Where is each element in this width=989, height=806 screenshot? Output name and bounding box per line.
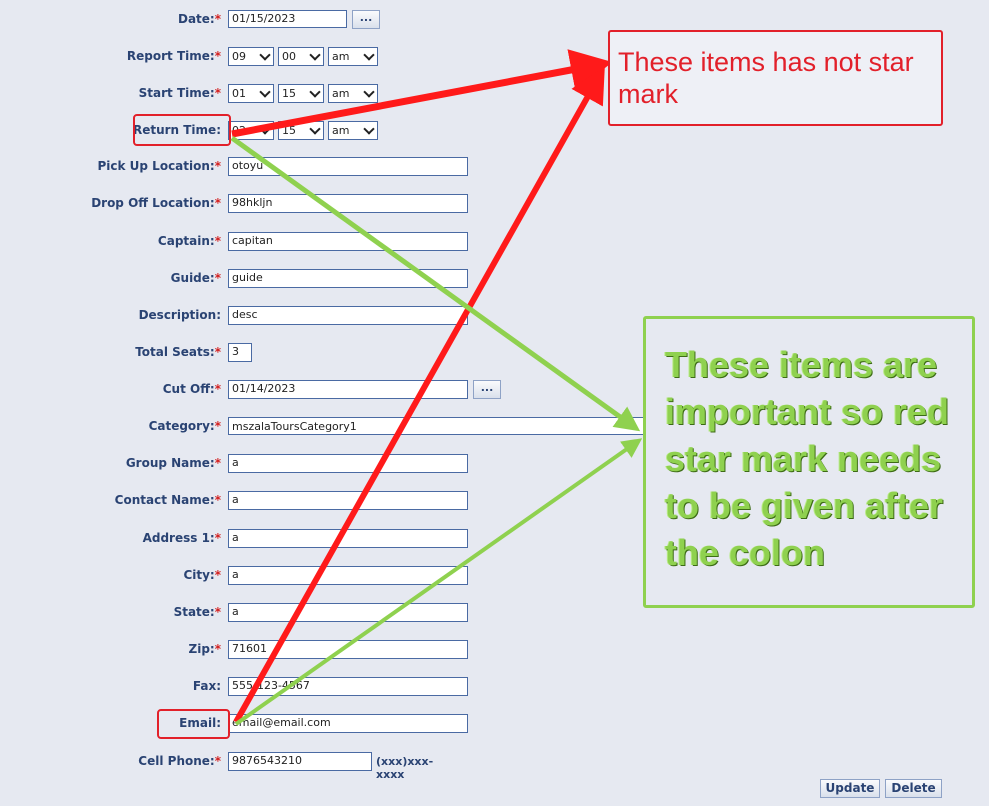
contact-name-input[interactable]: a — [228, 491, 468, 510]
start-hour-select[interactable]: 01 — [228, 84, 274, 103]
state-input[interactable]: a — [228, 603, 468, 622]
category-select[interactable]: mszalaToursCategory1 — [228, 417, 644, 435]
chevron-down-icon — [259, 123, 271, 135]
dropoff-location-label: Drop Off Location:* — [91, 196, 221, 210]
return-ampm-select[interactable]: am — [328, 121, 378, 140]
date-label: Date:* — [177, 12, 221, 26]
total-seats-label: Total Seats:* — [135, 345, 221, 359]
cell-phone-input[interactable]: 9876543210 — [228, 752, 372, 771]
captain-label: Captain:* — [157, 234, 221, 248]
cell-phone-format-hint: (xxx)xxx-xxxx — [376, 755, 434, 781]
pickup-location-label: Pick Up Location:* — [97, 159, 221, 173]
zip-label: Zip:* — [188, 642, 221, 656]
state-label: State:* — [173, 605, 221, 619]
date-picker-button[interactable]: ... — [352, 10, 380, 29]
cut-off-picker-button[interactable]: ... — [473, 380, 501, 399]
dropoff-location-input[interactable]: 98hkljn — [228, 194, 468, 213]
chevron-down-icon — [363, 86, 375, 98]
captain-input[interactable]: capitan — [228, 232, 468, 251]
return-time-highlight — [133, 114, 231, 146]
chevron-down-icon — [259, 49, 271, 61]
city-input[interactable]: a — [228, 566, 468, 585]
category-label: Category:* — [148, 419, 221, 433]
green-annotation-note: These items are important so red star ma… — [643, 316, 975, 608]
address1-input[interactable]: a — [228, 529, 468, 548]
red-annotation-note: These items has not star mark — [608, 30, 943, 126]
return-hour-select[interactable]: 02 — [228, 121, 274, 140]
chevron-down-icon — [309, 49, 321, 61]
pickup-location-input[interactable]: otoyu — [228, 157, 468, 176]
contact-name-label: Contact Name:* — [114, 493, 221, 507]
date-input[interactable]: 01/15/2023 — [228, 10, 347, 28]
report-time-label: Report Time:* — [126, 49, 221, 63]
chevron-down-icon — [309, 123, 321, 135]
zip-input[interactable]: 71601 — [228, 640, 468, 659]
start-time-label: Start Time:* — [138, 86, 221, 100]
chevron-down-icon — [363, 49, 375, 61]
return-minute-select[interactable]: 15 — [278, 121, 324, 140]
chevron-down-icon — [259, 86, 271, 98]
cut-off-input[interactable]: 01/14/2023 — [228, 380, 468, 399]
group-name-label: Group Name:* — [125, 456, 221, 470]
city-label: City:* — [183, 568, 221, 582]
cell-phone-label: Cell Phone:* — [138, 754, 221, 768]
red-arrow-email — [233, 66, 605, 724]
address1-label: Address 1:* — [142, 531, 221, 545]
chevron-down-icon — [309, 86, 321, 98]
email-input[interactable]: email@email.com — [228, 714, 468, 733]
report-minute-select[interactable]: 00 — [278, 47, 324, 66]
cut-off-label: Cut Off:* — [162, 382, 221, 396]
fax-label: Fax: — [192, 679, 221, 693]
guide-label: Guide:* — [170, 271, 221, 285]
report-ampm-select[interactable]: am — [328, 47, 378, 66]
update-button[interactable]: Update — [820, 779, 880, 798]
report-hour-select[interactable]: 09 — [228, 47, 274, 66]
start-minute-select[interactable]: 15 — [278, 84, 324, 103]
guide-input[interactable]: guide — [228, 269, 468, 288]
delete-button[interactable]: Delete — [885, 779, 942, 798]
group-name-input[interactable]: a — [228, 454, 468, 473]
fax-input[interactable]: 555-123-4567 — [228, 677, 468, 696]
description-input[interactable]: desc — [228, 306, 468, 325]
chevron-down-icon — [363, 123, 375, 135]
email-highlight — [157, 709, 230, 739]
description-label: Description: — [138, 308, 221, 322]
total-seats-input[interactable]: 3 — [228, 343, 252, 362]
start-ampm-select[interactable]: am — [328, 84, 378, 103]
